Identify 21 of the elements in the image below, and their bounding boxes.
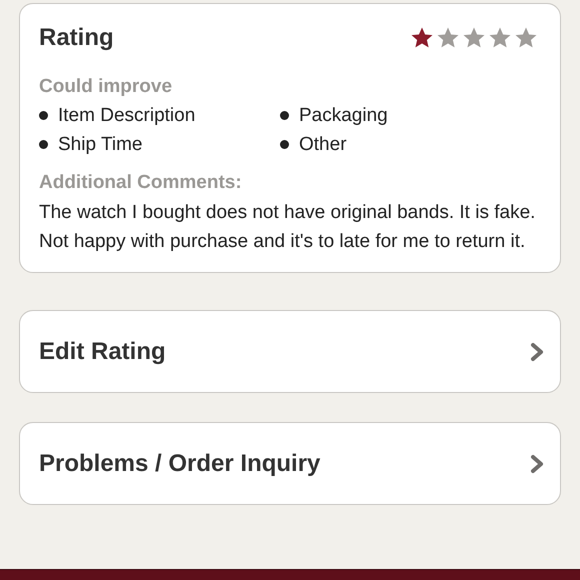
rating-title: Rating <box>39 24 114 52</box>
bullet-icon <box>39 140 48 149</box>
list-item: Item Description <box>58 104 196 127</box>
star-icon <box>514 26 538 50</box>
star-icon <box>462 26 486 50</box>
star-icon <box>488 26 512 50</box>
chevron-icon <box>530 342 544 362</box>
action-button[interactable]: Edit Rating <box>19 310 561 393</box>
star-icon <box>436 26 460 50</box>
star-icon <box>410 26 434 50</box>
list-item: Other <box>299 133 347 156</box>
action-button[interactable]: Problems / Order Inquiry <box>19 422 561 505</box>
bullet-icon <box>280 111 289 120</box>
bullet-icon <box>280 140 289 149</box>
comment-text: The watch I bought does not have original bands. It is fake. Not happy with purchase and it's to late for me to return it. <box>39 201 536 254</box>
section-heading: Additional Comments: <box>39 172 243 194</box>
list-item: Ship Time <box>58 133 142 156</box>
list-item: Packaging <box>299 104 388 127</box>
chevron-icon <box>530 454 544 474</box>
bullet-icon <box>39 111 48 120</box>
section-heading: Could improve <box>39 76 174 98</box>
